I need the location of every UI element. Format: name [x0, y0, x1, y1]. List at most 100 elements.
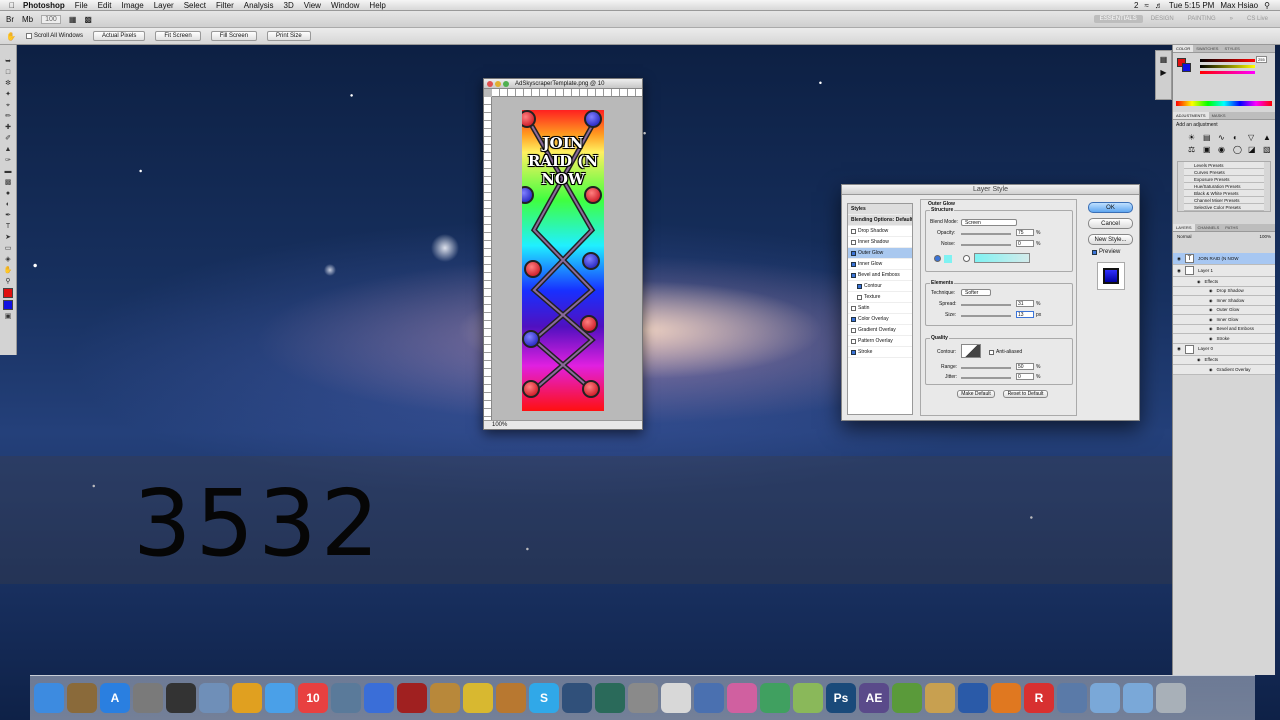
workspace-more-icon[interactable]: » — [1224, 15, 1239, 23]
style-item[interactable]: Contour — [848, 281, 912, 292]
document-zoom[interactable]: 100% — [492, 422, 507, 428]
cancel-button[interactable]: Cancel — [1088, 218, 1133, 229]
background-color-swatch[interactable] — [3, 300, 13, 310]
style-checkbox[interactable] — [851, 349, 856, 355]
menu-window[interactable]: Window — [326, 1, 364, 10]
ok-button[interactable]: OK — [1088, 202, 1133, 213]
gradient-tool-icon[interactable]: ▩ — [3, 178, 14, 187]
stamp-tool-icon[interactable]: ▲ — [3, 145, 14, 154]
photo-filter-icon[interactable]: ◉ — [1218, 145, 1230, 154]
tab-color[interactable]: COLOR — [1173, 45, 1194, 52]
status-badge[interactable]: 2 — [1134, 1, 1138, 10]
crop-tool-icon[interactable]: ⌖ — [3, 101, 14, 110]
dock-ical-icon[interactable]: 10 — [298, 683, 328, 713]
document-canvas[interactable]: JOIN RAID (N NOW — [522, 110, 604, 411]
dock-time-machine-icon[interactable] — [595, 683, 625, 713]
blue-slider[interactable] — [1200, 71, 1255, 74]
style-checkbox[interactable] — [851, 250, 856, 256]
effect-eye-icon[interactable]: ◉ — [1197, 355, 1201, 365]
minimize-icon[interactable] — [495, 80, 501, 87]
spotlight-icon[interactable]: ⚲ — [1264, 1, 1270, 10]
zoom-level[interactable]: 100 — [41, 14, 61, 24]
effect-eye-icon[interactable]: ◉ — [1209, 365, 1213, 375]
tab-paths[interactable]: PATHS — [1222, 224, 1241, 231]
blending-options[interactable]: Blending Options: Default — [848, 215, 912, 226]
marquee-tool-icon[interactable]: □ — [3, 68, 14, 77]
color-balance-icon[interactable]: ⚖ — [1188, 145, 1200, 154]
range-value[interactable]: 50 — [1016, 363, 1034, 370]
dock-photo-booth-icon[interactable] — [397, 683, 427, 713]
effect-eye-icon[interactable]: ◉ — [1209, 305, 1213, 315]
preset-item[interactable]: Selective Color Presets — [1184, 204, 1264, 211]
menu-filter[interactable]: Filter — [211, 1, 239, 10]
contour-picker[interactable] — [961, 344, 981, 358]
dodge-tool-icon[interactable]: ◐ — [3, 200, 14, 209]
dock-photoshop-icon[interactable]: Ps — [826, 683, 856, 713]
dock-finder-icon[interactable] — [34, 683, 64, 713]
history-icon[interactable]: ▦ — [1160, 55, 1168, 64]
style-item[interactable]: Inner Shadow — [848, 237, 912, 248]
technique-select[interactable]: Softer — [961, 289, 991, 296]
style-item[interactable]: Color Overlay — [848, 314, 912, 325]
dock-app-32-icon[interactable] — [1057, 683, 1087, 713]
spread-slider[interactable] — [961, 304, 1011, 306]
vertical-ruler[interactable] — [484, 97, 492, 420]
style-checkbox[interactable] — [851, 228, 856, 234]
menu-app-photoshop[interactable]: Photoshop — [18, 1, 70, 10]
shape-tool-icon[interactable]: ▭ — [3, 244, 14, 253]
tab-channels[interactable]: CHANNELS — [1195, 224, 1223, 231]
effect-eye-icon[interactable]: ◉ — [1209, 324, 1213, 334]
dock-preview-icon[interactable] — [199, 683, 229, 713]
style-item[interactable]: Satin — [848, 303, 912, 314]
dock-blender-icon[interactable] — [991, 683, 1021, 713]
jitter-slider[interactable] — [961, 377, 1011, 379]
spread-value[interactable]: 31 — [1016, 300, 1034, 307]
screen-mode-icon[interactable]: ▩ — [84, 15, 92, 24]
reset-default-button[interactable]: Reset to Default — [1003, 390, 1048, 398]
workspace-design[interactable]: DESIGN — [1145, 15, 1180, 23]
clock[interactable]: Tue 5:15 PM — [1169, 1, 1215, 10]
menu-select[interactable]: Select — [179, 1, 211, 10]
noise-slider[interactable] — [961, 244, 1011, 246]
dock-system-prefs-icon[interactable] — [628, 683, 658, 713]
menu-image[interactable]: Image — [116, 1, 148, 10]
style-item[interactable]: Outer Glow — [848, 248, 912, 259]
layer-row[interactable]: ◉ T JOIN RAID (N NOW — [1173, 253, 1275, 265]
brush-tool-icon[interactable]: ✐ — [3, 134, 14, 143]
tab-layers[interactable]: LAYERS — [1173, 224, 1195, 231]
tab-masks[interactable]: MASKS — [1209, 112, 1229, 119]
dialog-title[interactable]: Layer Style — [842, 185, 1139, 195]
style-item[interactable]: Texture — [848, 292, 912, 303]
layer-row[interactable]: ◉ Layer 1 — [1173, 265, 1275, 277]
preset-item[interactable]: Black & White Presets — [1184, 190, 1264, 197]
type-tool-icon[interactable]: T — [3, 222, 14, 231]
dock-app-store-icon[interactable]: A — [100, 683, 130, 713]
color-spectrum[interactable] — [1176, 101, 1272, 106]
visibility-eye-icon[interactable]: ◉ — [1177, 253, 1181, 265]
dock-minecraft-icon[interactable] — [892, 683, 922, 713]
preset-item[interactable]: Exposure Presets — [1184, 176, 1264, 183]
effect-eye-icon[interactable]: ◉ — [1197, 277, 1201, 287]
blend-mode-select[interactable]: Screen — [961, 219, 1017, 226]
dock-roblox-icon[interactable]: R — [1024, 683, 1054, 713]
dock-applications-folder-icon[interactable] — [1090, 683, 1120, 713]
document-title-bar[interactable]: AdSkyscraperTemplate.png @ 10 — [484, 79, 642, 89]
style-checkbox[interactable] — [851, 239, 856, 245]
vibrance-icon[interactable]: ▽ — [1248, 133, 1260, 142]
glow-color-swatch[interactable] — [944, 255, 952, 263]
effect-eye-icon[interactable]: ◉ — [1209, 334, 1213, 344]
actual-pixels-button[interactable]: Actual Pixels — [92, 31, 146, 41]
history-brush-icon[interactable]: ✑ — [3, 156, 14, 165]
dock-trash-icon[interactable] — [1156, 683, 1186, 713]
preset-item[interactable]: Hue/Saturation Presets — [1184, 183, 1264, 190]
apple-icon[interactable]:  — [6, 1, 18, 10]
noise-value[interactable]: 0 — [1016, 240, 1034, 247]
close-icon[interactable] — [487, 80, 493, 87]
menu-view[interactable]: View — [299, 1, 326, 10]
visibility-eye-icon[interactable]: ◉ — [1177, 343, 1181, 355]
scroll-all-windows[interactable]: Scroll All Windows — [25, 33, 83, 39]
channel-mixer-icon[interactable]: ◯ — [1233, 145, 1245, 154]
arrange-icon[interactable]: ▦ — [69, 15, 77, 24]
healing-tool-icon[interactable]: ✚ — [3, 123, 14, 132]
effect-eye-icon[interactable]: ◉ — [1209, 315, 1213, 325]
